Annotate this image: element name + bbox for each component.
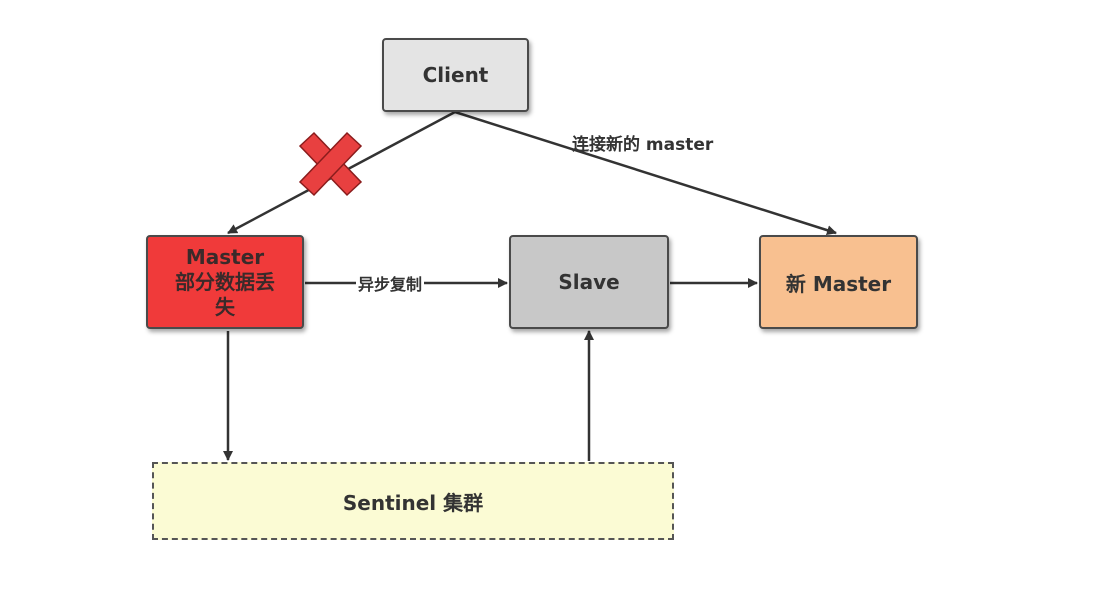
sentinel-label: Sentinel 集群: [342, 490, 484, 515]
master-node: Master 部分数据丢 失: [146, 235, 304, 329]
sentinel-cluster-node: Sentinel 集群: [152, 462, 674, 540]
sentinel-failover-diagram: Client Master 部分数据丢 失 Slave 新 Master Sen…: [0, 0, 1099, 589]
slave-node: Slave: [509, 235, 669, 329]
new-master-node: 新 Master: [759, 235, 918, 329]
master-label-line2: 部分数据丢: [175, 269, 275, 294]
client-node: Client: [382, 38, 529, 112]
client-label: Client: [422, 63, 489, 87]
edge-label-connect-new-master: 连接新的 master: [572, 135, 714, 155]
master-label-line1: Master: [185, 244, 265, 269]
new-master-label: 新 Master: [785, 271, 892, 296]
red-cross-icon: [298, 131, 363, 197]
slave-label: Slave: [558, 270, 620, 294]
edge-label-async-replication: 异步复制: [356, 271, 425, 295]
master-label-line3: 失: [215, 294, 235, 319]
